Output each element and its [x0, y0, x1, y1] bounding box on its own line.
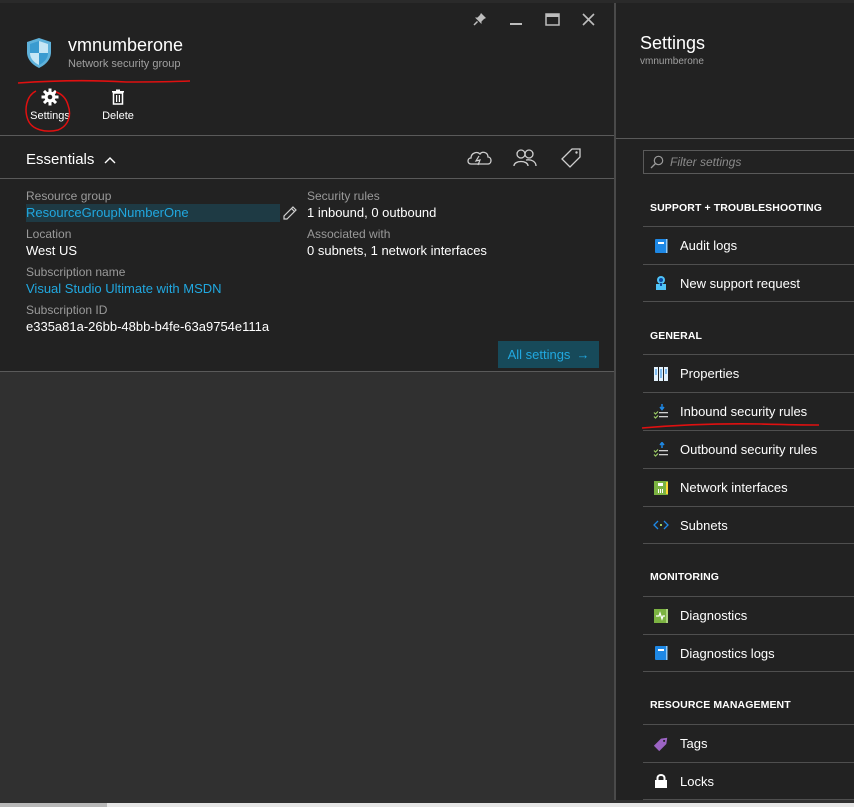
associated-with-label: Associated with	[307, 227, 391, 241]
menu-item-label: Locks	[680, 773, 714, 789]
location-label: Location	[26, 227, 72, 241]
diagnostics-log-icon	[653, 645, 669, 661]
section-heading-resource-management: RESOURCE MANAGEMENT	[650, 699, 791, 711]
diagnostics-icon	[653, 608, 669, 624]
arrow-right-icon: →	[576, 347, 590, 362]
resource-type: Network security group	[68, 58, 181, 70]
menu-item-label: Audit logs	[680, 238, 738, 253]
subscription-id-label: Subscription ID	[26, 303, 108, 317]
edit-pencil-icon[interactable]	[282, 205, 298, 221]
menu-item-label: Outbound security rules	[680, 442, 818, 457]
essentials-title: Essentials	[26, 151, 95, 168]
menu-item-properties[interactable]: Properties	[643, 354, 854, 392]
azure-portal: vmnumberone Network security group Setti…	[0, 0, 854, 807]
outbound-rules-icon	[653, 441, 669, 458]
annotation-underline	[17, 79, 191, 84]
menu-item-diagnostics[interactable]: Diagnostics	[643, 596, 854, 634]
subnets-icon	[653, 517, 669, 533]
audit-log-icon	[653, 238, 669, 254]
menu-item-label: Diagnostics logs	[680, 645, 775, 661]
section-heading-general: GENERAL	[650, 330, 703, 342]
delete-button[interactable]: Delete	[94, 87, 142, 122]
resource-group-property: Resource group ResourceGroupNumberOne	[26, 189, 280, 222]
menu-item-new-support-request[interactable]: New support request	[643, 264, 854, 302]
filter-settings-field[interactable]	[643, 150, 854, 174]
network-interface-icon	[653, 480, 669, 496]
section-heading-support: SUPPORT + TROUBLESHOOTING	[650, 202, 822, 214]
annotation-circle	[25, 90, 71, 132]
menu-item-subnets[interactable]: Subnets	[643, 506, 854, 544]
menu-item-audit-logs[interactable]: Audit logs	[643, 226, 854, 264]
menu-item-label: New support request	[680, 275, 800, 291]
subscription-id-value: e335a81a-26bb-48bb-b4fe-63a9754e111a	[26, 319, 270, 334]
security-rules-property: Security rules 1 inbound, 0 outbound	[307, 189, 436, 222]
menu-item-label: Tags	[680, 736, 708, 751]
trash-icon	[112, 89, 124, 105]
properties-icon	[653, 366, 669, 382]
location-value: West US	[26, 243, 78, 258]
resource-header: vmnumberone Network security group	[26, 35, 183, 70]
essentials-toggle[interactable]: Essentials	[26, 151, 116, 168]
subscription-name-property: Subscription name Visual Studio Ultimate…	[26, 265, 222, 298]
maximize-icon[interactable]	[534, 8, 570, 30]
location-property: Location West US	[26, 227, 77, 260]
menu-item-label: Inbound security rules	[680, 404, 808, 419]
all-settings-label: All settings	[507, 347, 571, 362]
annotation-underline	[641, 423, 820, 429]
menu-item-tags[interactable]: Tags	[643, 724, 854, 762]
essentials-header: Essentials	[0, 136, 614, 178]
menu-item-outbound-security-rules[interactable]: Outbound security rules	[643, 430, 854, 468]
subscription-id-property: Subscription ID e335a81a-26bb-48bb-b4fe-…	[26, 303, 269, 336]
resource-group-link[interactable]: ResourceGroupNumberOne	[26, 204, 280, 222]
menu-item-label: Diagnostics	[680, 608, 748, 623]
minimize-icon[interactable]	[498, 8, 534, 30]
all-settings-button[interactable]: All settings →	[498, 341, 599, 368]
settings-title: Settings	[640, 33, 706, 53]
associated-with-value: 0 subnets, 1 network interfaces	[307, 243, 487, 258]
lock-icon	[653, 773, 669, 789]
shield-icon	[27, 38, 51, 68]
settings-header-divider	[616, 138, 854, 139]
tag-icon[interactable]	[558, 147, 584, 169]
resource-name: vmnumberone	[68, 35, 184, 55]
menu-item-diagnostics-logs[interactable]: Diagnostics logs	[643, 634, 854, 672]
filter-settings-input[interactable]	[670, 155, 840, 169]
users-icon[interactable]	[512, 147, 538, 169]
search-icon	[650, 155, 664, 169]
essentials-actions	[466, 147, 584, 169]
chevron-up-icon	[104, 156, 116, 163]
associated-with-property: Associated with 0 subnets, 1 network int…	[307, 227, 487, 260]
menu-item-label: Subnets	[680, 517, 728, 533]
close-icon[interactable]	[570, 8, 606, 30]
section-heading-monitoring: MONITORING	[650, 571, 720, 583]
essentials-bottom-divider	[0, 178, 614, 179]
menu-item-label: Properties	[680, 366, 740, 381]
subscription-name-link[interactable]: Visual Studio Ultimate with MSDN	[26, 280, 222, 298]
security-rules-value: 1 inbound, 0 outbound	[307, 205, 437, 220]
tag-icon	[653, 736, 669, 752]
settings-blade: Settings vmnumberone SUPPORT + TROUBLESH…	[616, 3, 854, 800]
cloud-icon[interactable]	[466, 147, 492, 169]
inbound-rules-icon	[653, 403, 669, 420]
horizontal-scrollbar[interactable]	[0, 803, 854, 807]
menu-item-network-interfaces[interactable]: Network interfaces	[643, 468, 854, 506]
menu-item-locks[interactable]: Locks	[643, 762, 854, 800]
menu-item-label: Network interfaces	[680, 480, 788, 495]
settings-subtitle: vmnumberone	[640, 56, 704, 67]
security-rules-label: Security rules	[307, 189, 380, 203]
resource-group-label: Resource group	[26, 189, 112, 203]
pin-icon[interactable]	[462, 8, 498, 30]
blade-window-controls	[462, 8, 606, 30]
subscription-name-label: Subscription name	[26, 265, 126, 279]
support-request-icon	[653, 275, 669, 291]
delete-label: Delete	[102, 110, 134, 122]
horizontal-scrollbar-thumb[interactable]	[0, 803, 107, 807]
